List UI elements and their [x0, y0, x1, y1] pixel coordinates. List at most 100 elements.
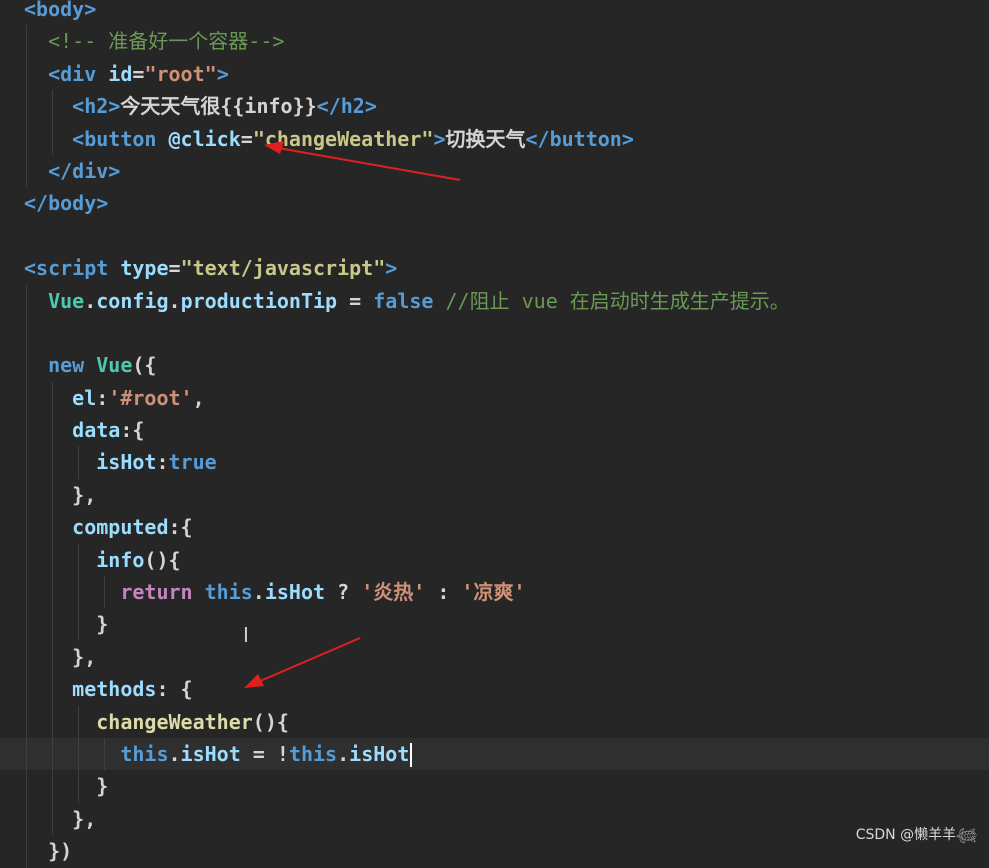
code-token: })	[48, 839, 73, 864]
code-token: '炎热'	[361, 580, 426, 605]
code-line: el:'#root',	[0, 381, 989, 415]
code-token: id	[96, 61, 133, 86]
code-line: isHot:true	[0, 446, 989, 479]
code-token: <div	[48, 61, 97, 86]
code-token: true	[168, 450, 217, 475]
code-token: ({	[132, 353, 157, 378]
code-token: =	[337, 288, 374, 313]
code-token: 今天天气很{{info}}	[120, 94, 317, 119]
code-line: }	[0, 608, 989, 641]
code-line: })	[0, 835, 989, 868]
code-token: this	[192, 580, 253, 605]
code-line: </div>	[0, 154, 989, 188]
code-token: </button>	[525, 126, 634, 151]
code-token: <button	[72, 126, 157, 151]
code-token: = !	[240, 741, 289, 766]
code-line: changeWeather(){	[0, 705, 989, 738]
code-token: =	[240, 126, 253, 151]
code-token: </body>	[24, 191, 109, 216]
code-comment: <!-- 准备好一个容器-->	[48, 29, 285, 54]
code-token: 切换天气	[445, 126, 526, 151]
code-line: },	[0, 478, 989, 512]
code-token: .	[84, 288, 97, 313]
code-line: <div id="root">	[0, 57, 989, 91]
code-token: "root"	[144, 61, 217, 86]
code-token: isHot	[96, 450, 157, 475]
code-token: Vue	[84, 353, 133, 378]
code-line: <h2>今天天气很{{info}}</h2>	[0, 90, 989, 123]
code-line: Vue.config.productionTip = false //阻止 vu…	[0, 284, 989, 317]
code-token: isHot	[264, 580, 326, 605]
code-line: },	[0, 802, 989, 836]
code-token: ,	[192, 385, 205, 410]
code-token: .	[337, 741, 350, 766]
code-token: </h2>	[316, 94, 377, 119]
code-token: :	[96, 385, 109, 410]
code-token: =	[132, 61, 145, 86]
code-token: (){	[144, 547, 181, 572]
code-line	[0, 316, 989, 350]
code-token: <h2>	[72, 94, 121, 119]
code-token: <body>	[24, 0, 97, 21]
code-token: <script	[24, 256, 109, 281]
code-token: @click	[156, 126, 241, 151]
code-token: computed	[72, 515, 169, 540]
code-token: },	[72, 644, 97, 669]
code-token: '凉爽'	[461, 580, 526, 605]
text-cursor	[410, 743, 413, 768]
code-token: return	[120, 580, 193, 605]
code-token: :	[425, 580, 462, 605]
code-token: }	[96, 774, 109, 799]
code-token: changeWeather	[96, 709, 253, 734]
code-line: </body>	[0, 187, 989, 219]
code-line: new Vue({	[0, 349, 989, 382]
code-token: =	[168, 256, 181, 281]
watermark: CSDN @懒羊羊𓆉	[855, 827, 977, 843]
code-token: "text/javascript"	[180, 256, 386, 281]
code-token: "changeWeather"	[252, 126, 434, 151]
code-token: :{	[168, 515, 193, 540]
code-line: <script type="text/javascript">	[0, 252, 989, 284]
code-token: .	[252, 580, 265, 605]
code-token: el	[72, 385, 97, 410]
code-token: (){	[252, 709, 289, 734]
code-token: methods	[72, 677, 157, 702]
code-token: >	[216, 61, 229, 86]
code-token: >	[385, 256, 398, 281]
code-line: computed:{	[0, 511, 989, 544]
code-token: isHot	[349, 741, 410, 766]
code-editor[interactable]: <body> <!-- 准备好一个容器--> <div id="root"> <…	[0, 0, 989, 868]
code-token: >	[433, 126, 446, 151]
code-token: '#root'	[108, 385, 193, 410]
code-token: }	[96, 612, 109, 637]
code-token: this	[288, 741, 338, 766]
code-line: },	[0, 640, 989, 674]
code-line: methods: {	[0, 673, 989, 706]
code-token: productionTip	[180, 288, 338, 313]
code-token: : {	[156, 677, 193, 702]
code-line: }	[0, 770, 989, 803]
code-token: this	[120, 741, 169, 766]
code-token: type	[108, 256, 169, 281]
code-line: <button @click="changeWeather">切换天气</but…	[0, 122, 989, 155]
code-token: false	[373, 288, 434, 313]
code-token: },	[72, 806, 97, 831]
code-line-active[interactable]: this.isHot = !this.isHot	[0, 737, 989, 771]
code-token: :{	[120, 418, 145, 443]
code-token: </div>	[48, 158, 121, 183]
code-token: :	[156, 450, 169, 475]
code-comment: //阻止 vue 在启动时生成生产提示。	[433, 288, 790, 313]
code-line: <body>	[0, 0, 989, 25]
code-line: data:{	[0, 414, 989, 447]
code-token: Vue	[48, 288, 85, 313]
code-token: config	[96, 288, 169, 313]
code-token: .	[168, 288, 181, 313]
code-token: isHot	[180, 741, 241, 766]
code-line: return this.isHot ? '炎热' : '凉爽'	[0, 576, 989, 609]
code-token: .	[168, 741, 181, 766]
code-line: info(){	[0, 543, 989, 577]
code-token: info	[96, 547, 145, 572]
code-line: <!-- 准备好一个容器-->	[0, 25, 989, 58]
code-token: ?	[325, 580, 362, 605]
